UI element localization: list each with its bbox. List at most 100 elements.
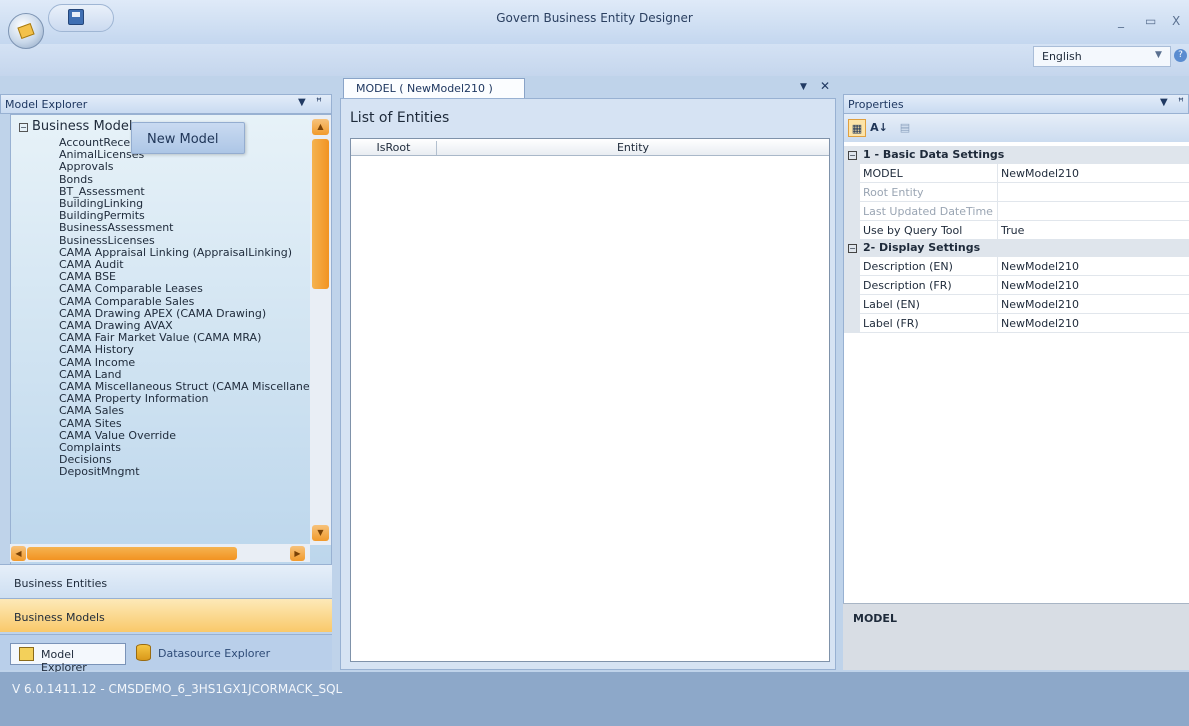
entities-grid[interactable]: IsRoot Entity	[350, 138, 830, 662]
scroll-right-icon[interactable]: ▶	[290, 546, 305, 561]
section-display-settings-label: 2- Display Settings	[863, 241, 981, 254]
tab-model-explorer-label: Model Explorer	[41, 648, 87, 674]
business-models-button[interactable]: Business Models	[0, 598, 332, 632]
column-header-entity[interactable]: Entity	[437, 141, 829, 154]
property-row[interactable]: Label (EN) NewModel210	[844, 295, 1189, 314]
property-value[interactable]: NewModel210	[998, 257, 1189, 276]
dropdown-arrow-icon[interactable]: ▼	[800, 82, 807, 92]
tree-item[interactable]: Approvals	[59, 161, 331, 173]
properties-header: Properties ▼ ꟸ	[843, 94, 1189, 114]
horizontal-scrollbar[interactable]: ◀ ▶	[10, 544, 310, 562]
vertical-scrollbar[interactable]: ▲ ▼	[310, 115, 331, 545]
property-name: Use by Query Tool	[860, 221, 998, 240]
property-value[interactable]	[998, 183, 1189, 202]
maximize-button[interactable]: ▭	[1145, 14, 1156, 28]
property-name: Last Updated DateTime	[860, 202, 998, 221]
section-basic-data-label: 1 - Basic Data Settings	[863, 148, 1005, 161]
property-value[interactable]: True	[998, 221, 1189, 240]
dropdown-arrow-icon[interactable]: ▼	[298, 97, 306, 108]
tree-root-label: Business Models	[32, 119, 140, 134]
property-gutter	[844, 276, 860, 295]
property-pages-icon[interactable]: ▤	[896, 119, 914, 137]
property-grid[interactable]: ▦ A↓ ▤ −1 - Basic Data Settings MODEL Ne…	[843, 114, 1189, 670]
pin-icon[interactable]: ꟸ	[1178, 97, 1184, 108]
property-value[interactable]: NewModel210	[998, 164, 1189, 183]
context-menu-new-model[interactable]: New Model	[131, 122, 245, 154]
section-display-settings[interactable]: −2- Display Settings	[844, 239, 1189, 257]
property-name: Label (EN)	[860, 295, 998, 314]
property-row[interactable]: Description (FR) NewModel210	[844, 276, 1189, 295]
tree-item[interactable]: CAMA Sales	[59, 405, 331, 417]
tree-item[interactable]: BusinessLicenses	[59, 234, 331, 247]
property-gutter	[844, 257, 860, 276]
property-row[interactable]: Use by Query Tool True	[844, 221, 1189, 240]
property-gutter	[844, 295, 860, 314]
property-gutter	[844, 202, 860, 221]
property-name: MODEL	[860, 164, 998, 183]
model-explorer-title: Model Explorer	[5, 98, 88, 111]
column-header-isroot[interactable]: IsRoot	[351, 141, 437, 155]
property-name: Description (FR)	[860, 276, 998, 295]
tree-item[interactable]: Bonds	[59, 173, 331, 186]
tree-root[interactable]: − Business Models	[19, 119, 139, 134]
property-row[interactable]: Description (EN) NewModel210	[844, 257, 1189, 276]
property-name: Root Entity	[860, 183, 998, 202]
tree-item[interactable]: CAMA Comparable Leases	[59, 283, 331, 295]
grid-header: IsRoot Entity	[351, 139, 829, 156]
properties-toolbar: ▦ A↓ ▤	[844, 114, 1189, 142]
tree-item[interactable]: CAMA Comparable Sales	[59, 295, 331, 308]
scroll-up-icon[interactable]: ▲	[312, 119, 329, 135]
property-gutter	[844, 314, 860, 333]
model-tree[interactable]: − Business Models AccountReceivables Anima…	[10, 114, 332, 568]
model-explorer-header: Model Explorer ▼ ꟸ	[0, 94, 332, 114]
property-row[interactable]: Label (FR) NewModel210	[844, 314, 1189, 333]
scroll-left-icon[interactable]: ◀	[11, 546, 26, 561]
close-button[interactable]: X	[1172, 14, 1180, 28]
language-select[interactable]: English	[1033, 46, 1171, 67]
collapse-icon[interactable]: −	[848, 151, 857, 160]
tree-item[interactable]: BusinessAssessment	[59, 222, 331, 234]
property-row[interactable]: MODEL NewModel210	[844, 164, 1189, 183]
section-basic-data[interactable]: −1 - Basic Data Settings	[844, 146, 1189, 164]
horizontal-scrollbar-thumb[interactable]	[27, 547, 237, 560]
scroll-down-icon[interactable]: ▼	[312, 525, 329, 541]
close-icon[interactable]: ✕	[820, 79, 830, 93]
title-bar: Govern Business Entity Designer _ ▭ X	[0, 0, 1189, 76]
property-name: Label (FR)	[860, 314, 998, 333]
collapse-icon[interactable]: −	[848, 244, 857, 253]
tree-item[interactable]: CAMA History	[59, 344, 331, 356]
help-icon[interactable]: ?	[1174, 49, 1187, 62]
dropdown-arrow-icon[interactable]: ▼	[1160, 97, 1168, 108]
properties-title: Properties	[848, 98, 904, 111]
explorer-tabs: Model Explorer Datasource Explorer	[0, 634, 332, 674]
status-text: V 6.0.1411.12 - CMSDEMO_6_3HS1GX1JCORMAC…	[12, 682, 343, 696]
property-gutter	[844, 164, 860, 183]
collapse-icon[interactable]: −	[19, 123, 28, 132]
property-row[interactable]: Root Entity	[844, 183, 1189, 202]
list-title: List of Entities	[350, 110, 450, 126]
sort-alphabetical-icon[interactable]: A↓	[870, 119, 888, 137]
property-value[interactable]: NewModel210	[998, 276, 1189, 295]
tab-datasource-explorer-label: Datasource Explorer	[158, 647, 271, 660]
app-logo-icon	[17, 22, 35, 40]
categorized-icon[interactable]: ▦	[848, 119, 866, 137]
pin-icon[interactable]: ꟸ	[316, 97, 322, 108]
property-value[interactable]: NewModel210	[998, 314, 1189, 333]
tab-model-explorer[interactable]: Model Explorer	[10, 643, 126, 674]
tree-items: AccountReceivables AnimalLicenses Approval…	[59, 136, 331, 479]
tab-model-document[interactable]: MODEL ( NewModel210 )	[343, 78, 525, 98]
property-description: MODEL	[843, 603, 1189, 670]
property-value[interactable]: NewModel210	[998, 295, 1189, 314]
status-bar: V 6.0.1411.12 - CMSDEMO_6_3HS1GX1JCORMAC…	[0, 672, 1189, 726]
scrollbar-thumb[interactable]	[312, 139, 329, 289]
tab-datasource-explorer[interactable]: Datasource Explorer	[128, 643, 288, 665]
property-value[interactable]	[998, 202, 1189, 221]
window-title: Govern Business Entity Designer	[496, 11, 693, 25]
ribbon-strip	[0, 44, 1189, 76]
tree-item[interactable]: DepositMngmt	[59, 466, 331, 478]
chevron-down-icon[interactable]: ▼	[1155, 50, 1162, 60]
property-row[interactable]: Last Updated DateTime	[844, 202, 1189, 221]
business-entities-button[interactable]: Business Entities	[0, 564, 332, 598]
property-name: Description (EN)	[860, 257, 998, 276]
minimize-button[interactable]: _	[1118, 14, 1124, 28]
